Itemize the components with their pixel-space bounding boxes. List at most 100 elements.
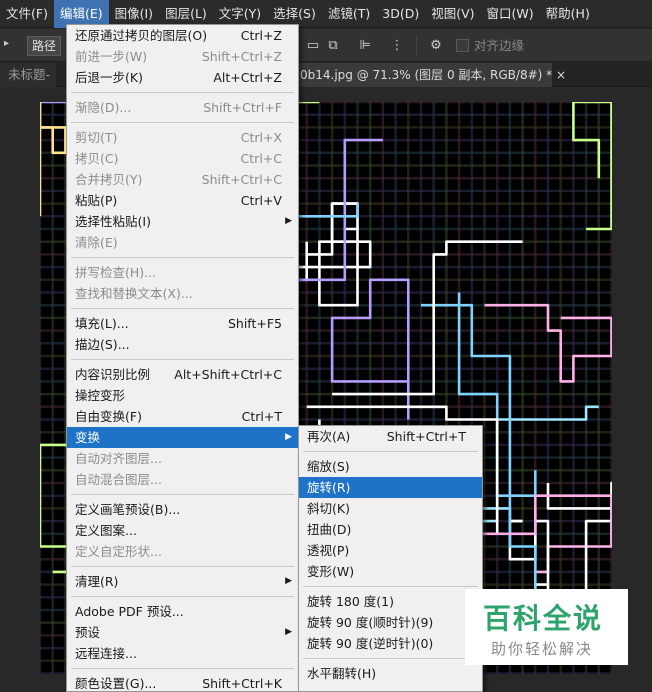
transform-menu-item[interactable]: 旋转(R) xyxy=(299,477,482,498)
edit-menu-item[interactable]: 查找和替换文本(X)... xyxy=(67,283,298,304)
submenu-arrow-icon: ▶ xyxy=(285,432,292,442)
menu-item-shortcut: Shift+Ctrl+Z xyxy=(201,49,282,64)
edit-menu-item[interactable]: 颜色设置(G)... Shift+Ctrl+K xyxy=(67,673,298,692)
menu-item-label: 描边(S)... xyxy=(75,337,130,352)
menu-7[interactable]: 3D(D) xyxy=(376,0,425,28)
menu-separator xyxy=(67,562,298,571)
edit-menu-item[interactable]: 清除(E) xyxy=(67,232,298,253)
menu-separator xyxy=(67,118,298,127)
neon-path xyxy=(546,481,612,598)
edit-menu-item[interactable]: 渐隐(D)... Shift+Ctrl+F xyxy=(67,97,298,118)
tab-active-document[interactable]: 0b14.jpg @ 71.3% (图层 0 副本, RGB/8#) * × xyxy=(298,63,566,87)
menu-separator xyxy=(67,88,298,97)
edit-menu-item[interactable]: 拼写检查(H)... xyxy=(67,262,298,283)
transform-menu-item[interactable]: 旋转 90 度(逆时针)(0) xyxy=(299,633,482,654)
menu-item-label: 定义画笔预设(B)... xyxy=(75,502,181,517)
watermark-subtitle: 助你轻松解决 xyxy=(491,640,594,658)
menu-item-label: 粘贴(P) xyxy=(75,193,118,208)
menu-8[interactable]: 视图(V) xyxy=(425,0,480,28)
neon-path xyxy=(330,278,447,420)
transform-menu-item[interactable]: 缩放(S) xyxy=(299,456,482,477)
edit-menu-item[interactable]: 描边(S)... xyxy=(67,334,298,355)
menu-separator xyxy=(67,664,298,673)
menu-9[interactable]: 窗口(W) xyxy=(481,0,540,28)
edit-menu-item[interactable]: 内容识别比例 Alt+Shift+Ctrl+C xyxy=(67,364,298,385)
menu-item-label: Adobe PDF 预设... xyxy=(75,604,184,619)
edit-menu-item[interactable]: 操控变形 xyxy=(67,385,298,406)
edit-menu-item[interactable]: 填充(L)... Shift+F5 xyxy=(67,313,298,334)
menu-item-shortcut: Ctrl+X xyxy=(240,130,282,145)
edit-menu-item[interactable]: 定义自定形状... xyxy=(67,541,298,562)
edit-menu-item[interactable]: 预设 ▶ xyxy=(67,622,298,643)
menu-item-label: 旋转 90 度(逆时针)(0) xyxy=(307,636,434,651)
edit-menu-item[interactable]: 远程连接... xyxy=(67,643,298,664)
menu-item-label: 拷贝(C) xyxy=(75,151,119,166)
edit-menu-item[interactable]: 前进一步(W) Shift+Ctrl+Z xyxy=(67,46,298,67)
menu-item-label: 剪切(T) xyxy=(75,130,118,145)
photoshop-window: 文件(F) 编辑(E) 图像(I) 图层(L) 文字(Y) 选择(S) 滤镜(T) 3D(D)… xyxy=(0,0,652,692)
edit-menu-item[interactable]: Adobe PDF 预设... xyxy=(67,601,298,622)
edit-menu-item[interactable]: 选择性粘贴(I) ▶ xyxy=(67,211,298,232)
menu-item-label: 自由变换(F) xyxy=(75,409,142,424)
transform-menu-item[interactable]: 透视(P) xyxy=(299,540,482,561)
menu-item-label: 选择性粘贴(I) xyxy=(75,214,151,229)
menu-6[interactable]: 滤镜(T) xyxy=(322,0,376,28)
transform-menu-item[interactable]: 旋转 180 度(1) xyxy=(299,591,482,612)
menu-item-label: 合并拷贝(Y) xyxy=(75,172,143,187)
path-mode-select[interactable]: 路径 xyxy=(27,36,61,56)
menu-item-label: 再次(A) xyxy=(307,429,351,444)
menu-separator xyxy=(67,253,298,262)
menu-item-label: 预设 xyxy=(75,625,101,640)
transform-menu-item[interactable]: 旋转 90 度(顺时针)(9) xyxy=(299,612,482,633)
edit-menu-item[interactable]: 还原通过拷贝的图层(O) Ctrl+Z xyxy=(67,25,298,46)
menu-item-label: 填充(L)... xyxy=(75,316,129,331)
arrange-icon[interactable]: ⋮ xyxy=(388,37,406,55)
combine-shapes-icon[interactable]: ⧉ xyxy=(324,37,342,55)
menu-item-shortcut: Ctrl+Z xyxy=(240,28,282,43)
edit-menu-item[interactable]: 剪切(T) Ctrl+X xyxy=(67,127,298,148)
submenu-arrow-icon: ▶ xyxy=(285,576,292,586)
edit-menu-item[interactable]: 自动混合图层... xyxy=(67,469,298,490)
menu-item-shortcut: Ctrl+V xyxy=(240,193,282,208)
menu-0[interactable]: 文件(F) xyxy=(0,0,54,28)
grip-icon[interactable]: ▸ xyxy=(4,38,14,52)
edit-menu-item[interactable]: 拷贝(C) Ctrl+C xyxy=(67,148,298,169)
menu-item-label: 水平翻转(H) xyxy=(307,666,377,681)
menu-item-label: 变换 xyxy=(75,430,101,445)
path-ops-icon[interactable]: ▭ xyxy=(304,37,322,55)
edit-menu-item[interactable]: 粘贴(P) Ctrl+V xyxy=(67,190,298,211)
menu-item-label: 清除(E) xyxy=(75,235,118,250)
transform-submenu: 再次(A) Shift+Ctrl+T 缩放(S) 旋转(R) 斜切(K) 扭曲(D) 透视(… xyxy=(298,425,483,692)
menu-item-label: 后退一步(K) xyxy=(75,70,143,85)
edit-menu-item[interactable]: 自动对齐图层... xyxy=(67,448,298,469)
transform-menu-item[interactable]: 水平翻转(H) xyxy=(299,663,482,684)
transform-menu-item[interactable]: 扭曲(D) xyxy=(299,519,482,540)
edit-menu-item[interactable]: 合并拷贝(Y) Shift+Ctrl+C xyxy=(67,169,298,190)
menu-10[interactable]: 帮助(H) xyxy=(540,0,596,28)
menu-item-shortcut: Shift+F5 xyxy=(227,316,282,331)
menu-item-shortcut: Shift+Ctrl+K xyxy=(202,676,282,691)
transform-menu-item[interactable]: 斜切(K) xyxy=(299,498,482,519)
edit-menu-item[interactable]: 清理(R) ▶ xyxy=(67,571,298,592)
edit-menu-item[interactable]: 后退一步(K) Alt+Ctrl+Z xyxy=(67,67,298,88)
menu-item-label: 旋转 90 度(顺时针)(9) xyxy=(307,615,434,630)
menu-separator xyxy=(299,582,482,591)
menu-item-label: 渐隐(D)... xyxy=(75,100,132,115)
menu-item-shortcut: Alt+Ctrl+Z xyxy=(213,70,282,85)
edit-menu-item[interactable]: 定义图案... xyxy=(67,520,298,541)
transform-menu-item[interactable]: 变形(W) xyxy=(299,561,482,582)
align-edges-checkbox[interactable] xyxy=(456,39,469,52)
tab-untitled[interactable]: 未标题- xyxy=(0,63,56,87)
gear-icon[interactable]: ⚙ xyxy=(427,37,445,55)
align-icon[interactable]: ⊫ xyxy=(356,37,374,55)
edit-menu-item[interactable]: 定义画笔预设(B)... xyxy=(67,499,298,520)
separator xyxy=(416,36,417,56)
menu-item-shortcut: Alt+Shift+Ctrl+C xyxy=(174,367,282,382)
menu-item-shortcut: Shift+Ctrl+C xyxy=(201,172,282,187)
submenu-arrow-icon: ▶ xyxy=(285,216,292,226)
edit-menu-item[interactable]: 变换 ▶ xyxy=(67,427,298,448)
transform-menu-item[interactable]: 再次(A) Shift+Ctrl+T xyxy=(299,426,482,447)
edit-menu-item[interactable]: 自由变换(F) Ctrl+T xyxy=(67,406,298,427)
align-edges-label: 对齐边缘 xyxy=(474,38,525,53)
watermark: 百科全说 助你轻松解决 xyxy=(465,589,628,665)
